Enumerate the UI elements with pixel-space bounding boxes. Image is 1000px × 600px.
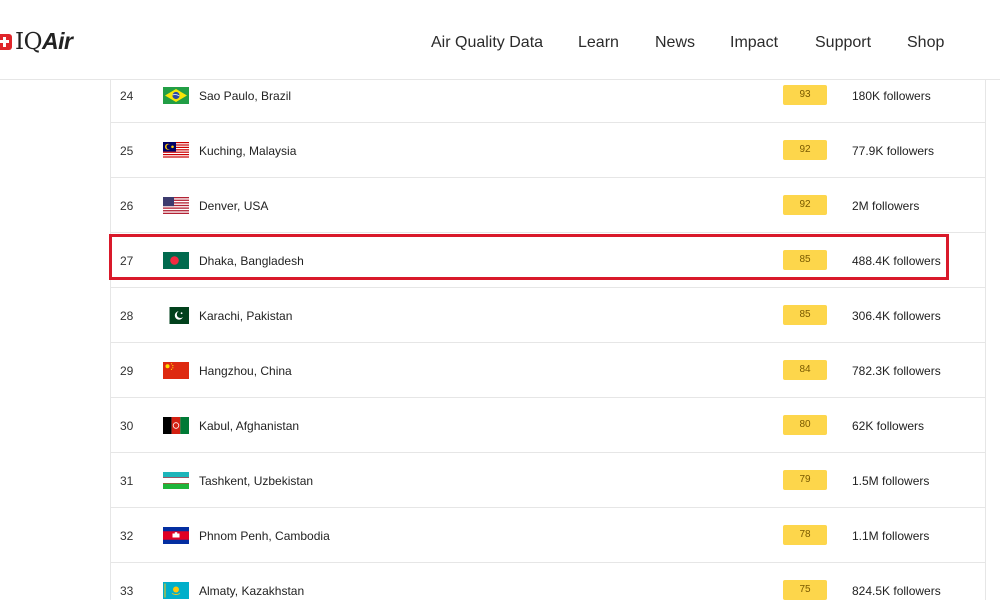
rank-number: 32 bbox=[120, 529, 134, 543]
nav-news[interactable]: News bbox=[655, 34, 695, 52]
table-row[interactable]: 28 Karachi, Pakistan 85 306.4K followers bbox=[111, 288, 985, 343]
aqi-badge: 92 bbox=[783, 195, 827, 215]
afghanistan-flag-icon bbox=[163, 417, 189, 434]
usa-flag-icon bbox=[163, 197, 189, 214]
city-name[interactable]: Karachi, Pakistan bbox=[199, 309, 292, 323]
followers-count: 488.4K followers bbox=[852, 254, 941, 268]
site-header: IQAir Air Quality Data Learn News Impact… bbox=[0, 0, 1000, 80]
city-name[interactable]: Phnom Penh, Cambodia bbox=[199, 529, 330, 543]
iqair-logo[interactable]: IQAir bbox=[0, 28, 73, 55]
malaysia-flag-icon bbox=[163, 142, 189, 159]
aqi-badge: 92 bbox=[783, 140, 827, 160]
table-row[interactable]: 31 Tashkent, Uzbekistan 79 1.5M followers bbox=[111, 453, 985, 508]
nav-air-quality-data[interactable]: Air Quality Data bbox=[431, 34, 543, 52]
cambodia-flag-icon bbox=[163, 527, 189, 544]
table-row[interactable]: 32 Phnom Penh, Cambodia 78 1.1M followers bbox=[111, 508, 985, 563]
pakistan-flag-icon bbox=[163, 307, 189, 324]
rank-number: 25 bbox=[120, 144, 134, 158]
aqi-badge: 80 bbox=[783, 415, 827, 435]
brazil-flag-icon bbox=[163, 87, 189, 104]
table-row[interactable]: 25 Kuching, Malaysia 92 77.9K followers bbox=[111, 123, 985, 178]
aqi-badge: 75 bbox=[783, 580, 827, 600]
followers-count: 306.4K followers bbox=[852, 309, 941, 323]
city-name[interactable]: Dhaka, Bangladesh bbox=[199, 254, 304, 268]
nav-support[interactable]: Support bbox=[815, 34, 871, 52]
followers-count: 1.5M followers bbox=[852, 474, 930, 488]
table-row[interactable]: 33 Almaty, Kazakhstan 75 824.5K followers bbox=[111, 563, 985, 600]
rank-number: 33 bbox=[120, 584, 134, 598]
city-name[interactable]: Hangzhou, China bbox=[199, 364, 292, 378]
rank-number: 31 bbox=[120, 474, 134, 488]
nav-shop[interactable]: Shop bbox=[907, 34, 944, 52]
city-name[interactable]: Almaty, Kazakhstan bbox=[199, 584, 304, 598]
table-row[interactable]: 29 Hangzhou, China 84 782.3K followers bbox=[111, 343, 985, 398]
followers-count: 2M followers bbox=[852, 199, 920, 213]
followers-count: 77.9K followers bbox=[852, 144, 935, 158]
rank-number: 30 bbox=[120, 419, 134, 433]
china-flag-icon bbox=[163, 362, 189, 379]
aqi-badge: 93 bbox=[783, 85, 827, 105]
followers-count: 824.5K followers bbox=[852, 584, 941, 598]
followers-count: 782.3K followers bbox=[852, 364, 941, 378]
aqi-badge: 79 bbox=[783, 470, 827, 490]
aqi-badge: 78 bbox=[783, 525, 827, 545]
followers-count: 1.1M followers bbox=[852, 529, 930, 543]
table-row[interactable]: 30 Kabul, Afghanistan 80 62K followers bbox=[111, 398, 985, 453]
followers-count: 62K followers bbox=[852, 419, 925, 433]
bangladesh-flag-icon bbox=[163, 252, 189, 269]
city-name[interactable]: Kabul, Afghanistan bbox=[199, 419, 299, 433]
city-name[interactable]: Denver, USA bbox=[199, 199, 268, 213]
rank-number: 26 bbox=[120, 199, 134, 213]
kazakhstan-flag-icon bbox=[163, 582, 189, 599]
rank-number: 29 bbox=[120, 364, 134, 378]
city-ranking-table: 24 Sao Paulo, Brazil 93 180K followers 25 Kuc… bbox=[110, 68, 986, 600]
rank-number: 28 bbox=[120, 309, 134, 323]
uzbekistan-flag-icon bbox=[163, 472, 189, 489]
logo-text: IQAir bbox=[15, 28, 73, 55]
city-name[interactable]: Sao Paulo, Brazil bbox=[199, 89, 291, 103]
aqi-badge: 85 bbox=[783, 250, 827, 270]
nav-learn[interactable]: Learn bbox=[578, 34, 619, 52]
table-row[interactable]: 26 Denver, USA 92 2M followers bbox=[111, 178, 985, 233]
rank-number: 24 bbox=[120, 89, 134, 103]
aqi-badge: 85 bbox=[783, 305, 827, 325]
city-name[interactable]: Kuching, Malaysia bbox=[199, 144, 296, 158]
aqi-badge: 84 bbox=[783, 360, 827, 380]
nav-impact[interactable]: Impact bbox=[730, 34, 778, 52]
followers-count: 180K followers bbox=[852, 89, 931, 103]
swiss-cross-icon bbox=[0, 33, 12, 50]
rank-number: 27 bbox=[120, 254, 134, 268]
city-name[interactable]: Tashkent, Uzbekistan bbox=[199, 474, 313, 488]
table-row[interactable]: 27 Dhaka, Bangladesh 85 488.4K followers bbox=[111, 233, 985, 288]
